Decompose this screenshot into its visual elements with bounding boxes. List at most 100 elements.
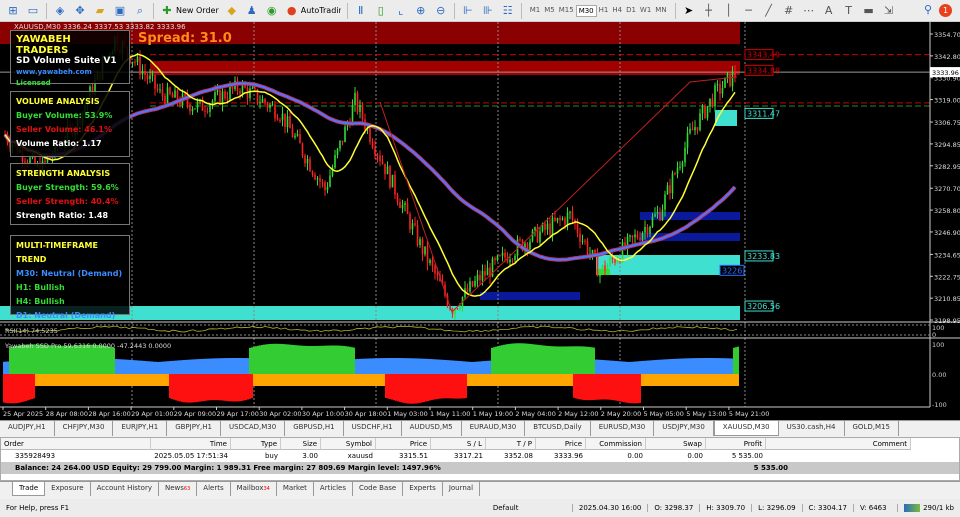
column-header[interactable]: S / L <box>431 438 486 450</box>
chart-tab[interactable]: USDCHF,H1 <box>344 421 402 436</box>
column-header[interactable]: T / P <box>486 438 536 450</box>
arrows-icon[interactable]: ⇲ <box>882 4 896 18</box>
notification-badge[interactable]: 1 <box>939 4 952 17</box>
terminal-tab-experts[interactable]: Experts <box>403 482 443 496</box>
table-row[interactable]: 335928493 2025.05.05 17:51:34 buy 3.00 xauus… <box>1 450 959 462</box>
brand-url[interactable]: www.yawabeh.com <box>16 67 124 78</box>
chart-tab[interactable]: GBPJPY,H1 <box>167 421 221 436</box>
terminal-tab-articles[interactable]: Articles <box>314 482 354 496</box>
price-tick-label: 3234.65 <box>934 251 960 259</box>
fibonacci-icon[interactable]: # <box>782 4 796 18</box>
horizontal-line-icon[interactable]: ─ <box>742 4 756 18</box>
timeframe-m1[interactable]: M1 <box>528 5 543 17</box>
chart-tab[interactable]: EURUSD,M30 <box>591 421 655 436</box>
terminal-tab-exposure[interactable]: Exposure <box>45 482 91 496</box>
signals-icon[interactable]: ♟ <box>245 4 259 18</box>
chart-tab[interactable]: EURAUD,M30 <box>462 421 526 436</box>
terminal-tab-alerts[interactable]: Alerts <box>197 482 231 496</box>
metaeditor-icon[interactable]: ◆ <box>225 4 239 18</box>
zoom-in-icon[interactable]: ⊕ <box>414 4 428 18</box>
ssd-bar <box>319 345 321 374</box>
ssd-bar <box>79 374 81 386</box>
ssd-bar <box>567 374 569 386</box>
indicators-icon[interactable]: ☷ <box>501 4 515 18</box>
vertical-line-icon[interactable]: │ <box>722 4 736 18</box>
text-icon[interactable]: A <box>822 4 836 18</box>
ssd-bar <box>303 345 305 374</box>
cursor-icon[interactable]: ➤ <box>682 4 696 18</box>
terminal-icon[interactable]: ▣ <box>113 4 127 18</box>
chart-window[interactable]: 3343.49 3334.88 3311.47 3233.83 3226. 3206.56… <box>0 22 960 420</box>
candlestick-icon[interactable]: ▯ <box>374 4 388 18</box>
chart-tab[interactable]: AUDJPY,H1 <box>0 421 55 436</box>
channel-icon[interactable]: ⋯ <box>802 4 816 18</box>
candle-body <box>499 255 501 257</box>
terminal-tab-news[interactable]: News63 <box>159 482 198 496</box>
column-header[interactable]: Profit <box>706 438 766 450</box>
terminal-tab-journal[interactable]: Journal <box>443 482 481 496</box>
strength-ratio: Strength Ratio: 1.48 <box>16 211 109 220</box>
market-watch-icon[interactable]: ◈ <box>53 4 67 18</box>
zoom-out-icon[interactable]: ⊖ <box>434 4 448 18</box>
chart-shift-icon[interactable]: ⊪ <box>481 4 495 18</box>
navigator-icon[interactable]: ▰ <box>93 4 107 18</box>
terminal-tab-trade[interactable]: Trade <box>12 482 46 496</box>
timeframe-m15[interactable]: M15 <box>557 5 576 17</box>
timeframe-d1[interactable]: D1 <box>624 5 638 17</box>
text-label-icon[interactable]: T <box>842 4 856 18</box>
column-header[interactable]: Type <box>231 438 281 450</box>
chart-tab[interactable]: XAUUSD,M30 <box>713 421 779 436</box>
chart-tab[interactable]: GBPUSD,H1 <box>285 421 344 436</box>
new-order-button[interactable]: ✚ New Order <box>160 4 218 18</box>
timeframe-w1[interactable]: W1 <box>638 5 653 17</box>
ssd-bar <box>207 374 209 401</box>
chart-tab[interactable]: EURJPY,H1 <box>113 421 168 436</box>
ssd-bar <box>371 358 373 374</box>
strategy-tester-icon[interactable]: ⌕ <box>133 4 147 18</box>
chart-tab[interactable]: USDJPY,M30 <box>654 421 714 436</box>
column-header[interactable]: Price <box>376 438 431 450</box>
timeframe-mn[interactable]: MN <box>653 5 668 17</box>
column-header[interactable]: Comment <box>766 438 911 450</box>
profiles-icon[interactable]: ▭ <box>26 4 40 18</box>
chart-tab[interactable]: US30.cash,H4 <box>779 421 845 436</box>
column-header[interactable]: Time <box>151 438 231 450</box>
timeframe-h4[interactable]: H4 <box>610 5 624 17</box>
column-header[interactable]: Price <box>536 438 586 450</box>
ssd-bar <box>625 361 627 374</box>
crosshair-icon[interactable]: ┼ <box>702 4 716 18</box>
autoscroll-icon[interactable]: ⊩ <box>461 4 475 18</box>
data-window-icon[interactable]: ✥ <box>73 4 87 18</box>
column-header[interactable]: Swap <box>646 438 706 450</box>
ssd-bar <box>521 343 523 374</box>
bar-chart-icon[interactable]: Ⅱ <box>354 4 368 18</box>
chart-tab[interactable]: CHFJPY,M30 <box>55 421 114 436</box>
trendline-icon[interactable]: ╱ <box>762 4 776 18</box>
new-chart-icon[interactable]: ⊞ <box>6 4 20 18</box>
connection-status[interactable]: 290/1 kb <box>898 504 960 512</box>
ssd-bar <box>413 374 415 404</box>
terminal-tab-code-base[interactable]: Code Base <box>353 482 404 496</box>
column-header[interactable]: Size <box>281 438 321 450</box>
chart-tab[interactable]: GOLD,M15 <box>845 421 899 436</box>
timeframe-m30[interactable]: M30 <box>575 4 597 17</box>
autotrading-button[interactable]: ●AutoTrading <box>285 4 341 18</box>
rectangle-icon[interactable]: ▬ <box>862 4 876 18</box>
column-header[interactable]: Order <box>1 438 151 450</box>
chart-tab[interactable]: USDCAD,M30 <box>221 421 286 436</box>
search-icon[interactable]: ⚲ <box>924 3 932 16</box>
terminal-tab-market[interactable]: Market <box>277 482 314 496</box>
vps-icon[interactable]: ◉ <box>265 4 279 18</box>
terminal-tab-mailbox[interactable]: Mailbox34 <box>231 482 277 496</box>
chart-tab[interactable]: BTCUSD,Daily <box>525 421 591 436</box>
column-header[interactable]: Symbol <box>321 438 376 450</box>
rsi-line <box>4 325 738 333</box>
chart-tab[interactable]: AUDUSD,M5 <box>402 421 462 436</box>
chart-canvas[interactable]: 3343.49 3334.88 3311.47 3233.833226. 3206.56… <box>0 22 960 420</box>
candle-body <box>434 265 436 274</box>
timeframe-m5[interactable]: M5 <box>542 5 557 17</box>
terminal-tab-account-history[interactable]: Account History <box>91 482 159 496</box>
timeframe-h1[interactable]: H1 <box>597 5 611 17</box>
line-chart-icon[interactable]: ⌞ <box>394 4 408 18</box>
column-header[interactable]: Commission <box>586 438 646 450</box>
